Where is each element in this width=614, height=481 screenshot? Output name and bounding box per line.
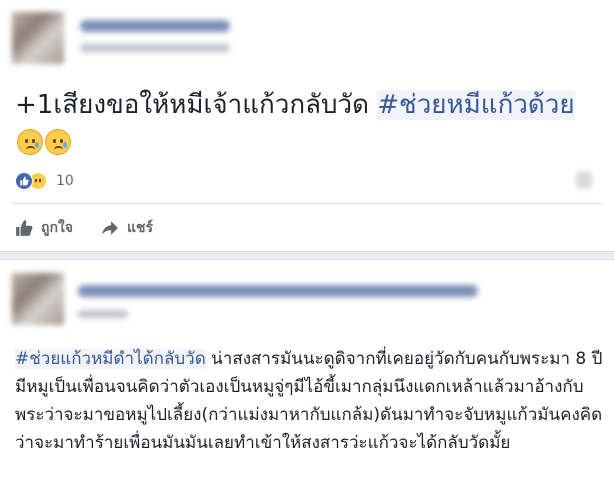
thumbs-up-icon: [16, 220, 33, 236]
share-arrow-icon: [102, 221, 118, 235]
reactions-summary[interactable]: 10: [15, 170, 74, 192]
post-timestamp-redacted[interactable]: [78, 310, 128, 318]
author-name-redacted[interactable]: [80, 20, 230, 32]
post-text: +1เสียงขอให้หมีเจ้าแก้วกลับวัด #ช่วยหมีแ…: [15, 86, 585, 162]
author-avatar[interactable]: [12, 12, 64, 64]
like-label: ถูกใจ: [41, 220, 73, 236]
crying-face-icon: [17, 129, 43, 155]
crying-face-icon: [45, 129, 71, 155]
like-reaction-icon: [15, 172, 33, 190]
author-name-redacted[interactable]: [78, 285, 478, 297]
hashtag-link[interactable]: #ช่วยหมีแก้วด้วย: [377, 90, 575, 120]
post-text: #ช่วยแก้วหมีดำได้กลับวัด น่าสงสารมันนะดู…: [15, 345, 605, 457]
redacted-region: [576, 172, 592, 188]
share-button[interactable]: แชร์: [101, 217, 153, 239]
like-button[interactable]: ถูกใจ: [15, 217, 73, 239]
hashtag-link[interactable]: #ช่วยแก้วหมีดำได้กลับวัด: [15, 349, 206, 369]
divider: [12, 203, 602, 204]
reaction-count: 10: [56, 173, 74, 189]
post-text-body: +1เสียงขอให้หมีเจ้าแก้วกลับวัด: [15, 90, 378, 120]
author-avatar[interactable]: [12, 273, 64, 325]
share-label: แชร์: [127, 220, 154, 236]
post-actions: ถูกใจ แชร์: [15, 214, 153, 242]
post-card: +1เสียงขอให้หมีเจ้าแก้วกลับวัด #ช่วยหมีแ…: [0, 0, 614, 252]
post-timestamp-redacted[interactable]: [80, 44, 230, 52]
